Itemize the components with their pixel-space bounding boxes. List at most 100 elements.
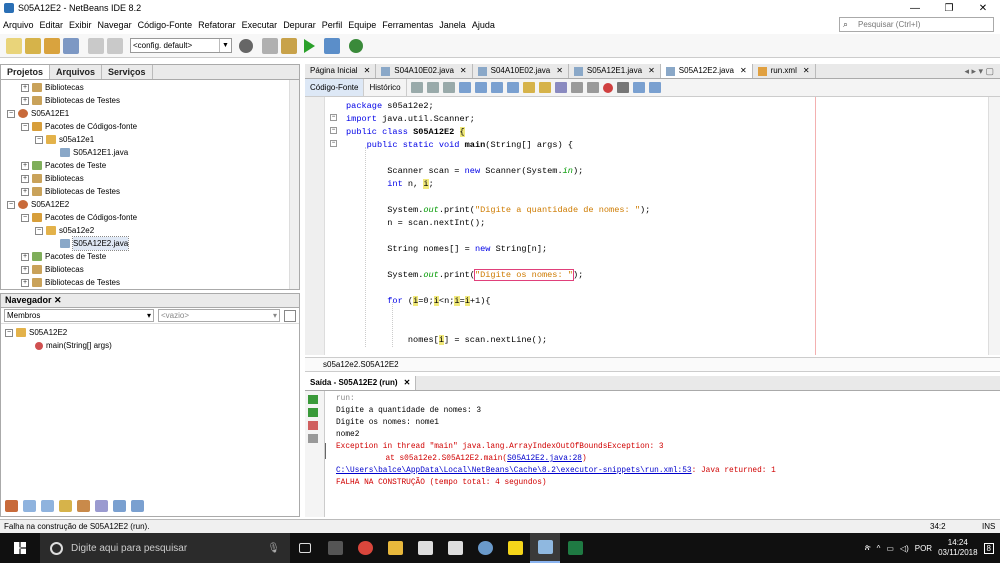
run-icon[interactable] (304, 38, 315, 53)
close-icon[interactable]: ✕ (648, 64, 655, 78)
prev-bookmark-icon[interactable] (522, 82, 535, 93)
tab-scroll-icons[interactable]: ◂ ▸ ▾ ▢ (964, 64, 1000, 78)
speaker-icon[interactable]: ◁) (900, 544, 909, 553)
close-icon[interactable]: ✕ (803, 64, 810, 78)
redo-icon[interactable] (107, 37, 123, 54)
save-all-icon[interactable] (63, 37, 79, 54)
navigator-options-icon[interactable] (284, 309, 296, 322)
menu-ferramentas[interactable]: Ferramentas (379, 20, 436, 30)
rerun-options-icon[interactable] (308, 408, 318, 417)
menu-refatorar[interactable]: Refatorar (195, 20, 239, 30)
new-file-icon[interactable] (6, 37, 22, 54)
menu-perfil[interactable]: Perfil (319, 20, 346, 30)
close-icon[interactable]: ✕ (364, 64, 371, 78)
find-prev-icon[interactable] (474, 82, 487, 93)
calculator-app[interactable] (320, 533, 350, 563)
tree-item[interactable]: + Bibliotecas (1, 263, 299, 276)
build-icon[interactable] (262, 37, 278, 54)
collapse-icon[interactable]: − (21, 122, 29, 131)
tree-item[interactable]: + Bibliotecas (1, 172, 299, 185)
maximize-button[interactable]: ❐ (932, 3, 966, 14)
collapse-icon[interactable]: − (35, 135, 43, 144)
tree-item[interactable]: − Pacotes de Códigos-fonte (1, 211, 299, 224)
menu-arquivo[interactable]: Arquivo (0, 20, 37, 30)
sort-source-icon[interactable] (131, 500, 144, 512)
clock[interactable]: 14:24 03/11/2018 (938, 538, 977, 558)
menu-exibir[interactable]: Exibir (66, 20, 95, 30)
collapse-icon[interactable]: − (35, 226, 43, 235)
tree-item[interactable]: + Bibliotecas de Testes (1, 185, 299, 198)
tree-item[interactable]: − S05A12E1 (1, 107, 299, 120)
fold-icon[interactable]: − (330, 140, 337, 147)
find-next-icon[interactable] (490, 82, 503, 93)
store-app[interactable] (410, 533, 440, 563)
filter-nonpublic-icon[interactable] (41, 500, 54, 512)
expand-icon[interactable]: + (21, 83, 29, 92)
menu-navegar[interactable]: Navegar (95, 20, 135, 30)
language-indicator[interactable]: POR (915, 544, 932, 553)
open-project-icon[interactable] (44, 37, 60, 54)
collapse-icon[interactable]: − (7, 200, 15, 209)
tree-item[interactable]: − s05a12e2 (1, 224, 299, 237)
tab-projetos[interactable]: Projetos (1, 65, 51, 79)
tab-s05a12e1[interactable]: S05A12E1.java ✕ (569, 64, 661, 78)
code-editor[interactable]: 12345678910111213141516171819 − − − pack… (325, 97, 988, 355)
debug-icon[interactable] (324, 37, 340, 54)
filter-static-icon[interactable] (23, 500, 36, 512)
last-edit-icon[interactable] (410, 82, 423, 93)
tray-chevron-icon[interactable]: ^ (877, 544, 881, 553)
menu-depurar[interactable]: Depurar (280, 20, 319, 30)
collapse-icon[interactable]: − (7, 109, 15, 118)
menu-executar[interactable]: Executar (239, 20, 281, 30)
microphone-icon[interactable]: 🎙 (267, 543, 280, 554)
config-gear-icon[interactable] (239, 38, 253, 53)
sort-name-icon[interactable] (113, 500, 126, 512)
tree-item[interactable]: S05A12E2.java (1, 236, 299, 251)
comment-icon[interactable] (632, 82, 645, 93)
tab-arquivos[interactable]: Arquivos (50, 65, 103, 79)
tab-run-xml[interactable]: run.xml ✕ (753, 64, 816, 78)
history-button[interactable]: Histórico (364, 79, 407, 96)
expand-icon[interactable]: + (21, 252, 29, 261)
menu-ajuda[interactable]: Ajuda (469, 20, 498, 30)
tab-servicos[interactable]: Serviços (102, 65, 153, 79)
tree-item[interactable]: − s05a12e1 (1, 133, 299, 146)
tab-pagina-inicial[interactable]: Página Inicial ✕ (305, 64, 377, 78)
fold-icon[interactable]: − (330, 114, 337, 121)
error-stripe[interactable] (988, 97, 1000, 355)
tab-s05a12e2[interactable]: S05A12E2.java ✕ (660, 64, 753, 78)
expand-icon[interactable]: + (21, 161, 29, 170)
config-combo[interactable]: <config. default> ▼ (130, 38, 232, 53)
uncomment-icon[interactable] (648, 82, 661, 93)
next-bookmark-icon[interactable] (538, 82, 551, 93)
tree-item[interactable]: − S05A12E2 (1, 198, 299, 211)
tab-output-run[interactable]: Saída - S05A12E2 (run) ✕ (305, 376, 417, 390)
fold-icon[interactable]: − (330, 127, 337, 134)
record-macro-icon[interactable] (602, 82, 613, 93)
menu-equipe[interactable]: Equipe (345, 20, 379, 30)
close-icon[interactable]: ✕ (740, 64, 747, 78)
expand-icon[interactable]: + (21, 174, 29, 183)
toggle-bookmark-icon[interactable] (554, 82, 567, 93)
back-icon[interactable] (426, 82, 439, 93)
stacktrace-link[interactable]: S05A12E2.java:28 (507, 455, 582, 463)
taskbar-search[interactable]: Digite aqui para pesquisar 🎙 (40, 533, 290, 563)
start-button[interactable] (0, 533, 40, 563)
breadcrumb[interactable]: s05a12e2.S05A12E2 (305, 357, 1000, 372)
search-input[interactable]: ⌕ Pesquisar (Ctrl+I) (839, 17, 994, 32)
close-icon[interactable]: ✕ (404, 376, 411, 390)
stop-macro-icon[interactable] (616, 82, 629, 93)
menu-codigo-fonte[interactable]: Código-Fonte (135, 20, 196, 30)
tree-item[interactable]: + Bibliotecas de Testes (1, 276, 299, 289)
network-icon[interactable]: ▭ (886, 544, 894, 553)
tab-s04a10e02-a[interactable]: S04A10E02.java ✕ (376, 64, 473, 78)
filter-select[interactable]: <vazio> ▾ (158, 309, 280, 322)
expand-icon[interactable]: + (21, 278, 29, 287)
media-app[interactable] (440, 533, 470, 563)
close-button[interactable]: ✕ (966, 3, 1000, 14)
tree-item[interactable]: + Pacotes de Teste (1, 159, 299, 172)
menu-editar[interactable]: Editar (37, 20, 67, 30)
filter-fields-icon[interactable] (5, 500, 18, 512)
collapse-icon[interactable]: − (5, 328, 13, 337)
navigator-class-node[interactable]: − S05A12E2 (1, 326, 299, 339)
